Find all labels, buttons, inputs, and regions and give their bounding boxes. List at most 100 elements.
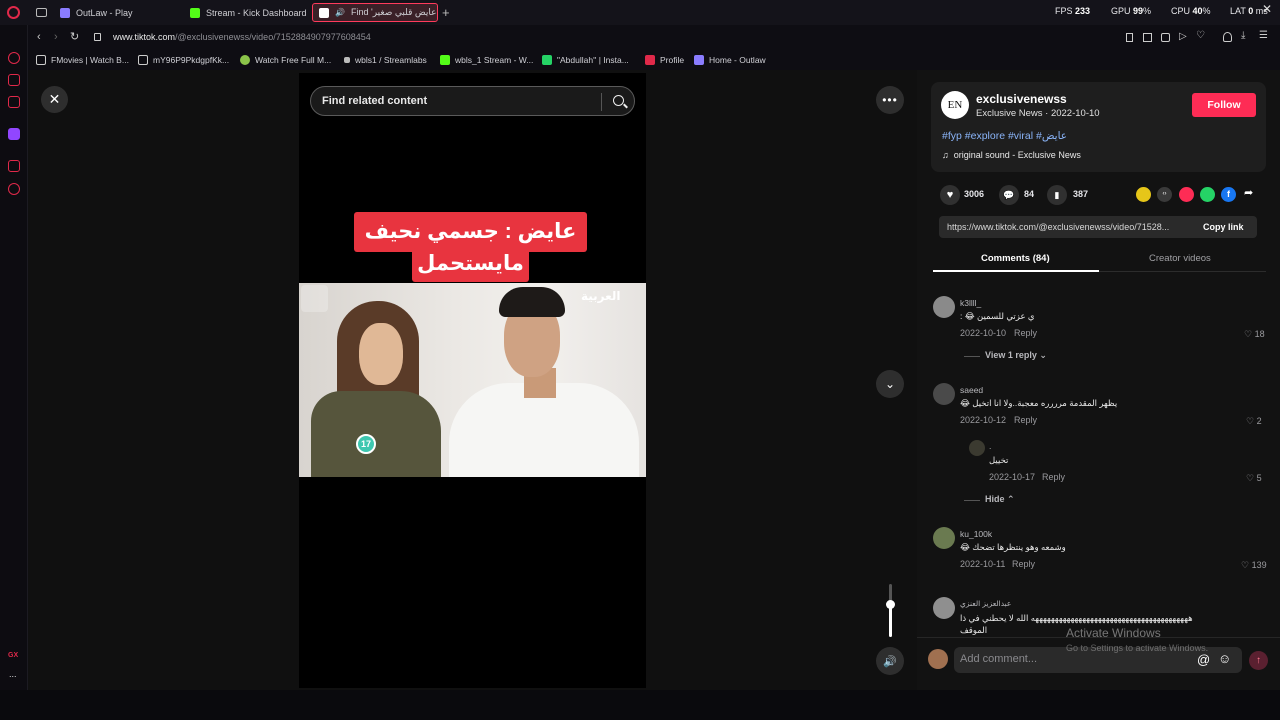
comment-button[interactable]: 💬: [999, 185, 1019, 205]
hud-gpu: GPU 99%: [1111, 6, 1151, 16]
follow-button[interactable]: Follow: [1192, 93, 1256, 117]
bookmark-instagram[interactable]: "Abdullah'' | Insta...: [542, 55, 629, 65]
comment-like[interactable]: ♡ 2: [1246, 416, 1262, 427]
gx-control-icon[interactable]: [8, 52, 20, 64]
taskbar: [0, 690, 1280, 720]
copy-link-button[interactable]: Copy link: [1203, 222, 1244, 232]
reply-username[interactable]: .: [989, 441, 991, 451]
reply-text: تخييل: [989, 455, 1009, 465]
gx-corner-icon[interactable]: [8, 74, 20, 86]
related-search-input[interactable]: Find related content: [310, 86, 635, 116]
reply-button[interactable]: Reply: [1012, 559, 1035, 569]
url-field[interactable]: www.tiktok.com/@exclusivenewss/video/715…: [113, 32, 371, 42]
share-arrow-icon[interactable]: ➦: [1244, 186, 1253, 199]
volume-button[interactable]: 🔊: [876, 647, 904, 675]
url-host: www.tiktok.com: [113, 32, 176, 42]
heart-icon[interactable]: ♡: [1196, 30, 1205, 41]
bookmark-profile[interactable]: Profile: [645, 55, 684, 65]
woman-jacket: [311, 391, 441, 477]
comment-like-count: 2: [1256, 416, 1262, 426]
comment-username[interactable]: saeed: [960, 385, 983, 395]
bookmark-streamlabs[interactable]: wbls1 / Streamlabs: [344, 55, 427, 65]
more-sidebar-icon[interactable]: ...: [9, 669, 17, 679]
chevron-up-icon: ⌃: [1007, 494, 1015, 504]
tab-outlaw[interactable]: OutLaw - Play: [54, 3, 182, 22]
bookmark-outlaw[interactable]: Home - Outlaw: [694, 55, 766, 65]
reply-button[interactable]: Reply: [1014, 328, 1037, 338]
whatsapp-icon[interactable]: [1200, 187, 1215, 202]
new-tab-button[interactable]: +: [442, 5, 450, 20]
player-icon[interactable]: ▷: [1179, 31, 1187, 42]
post-link[interactable]: https://www.tiktok.com/@exclusivenewss/v…: [947, 222, 1169, 232]
volume-knob[interactable]: [886, 600, 895, 609]
download-icon[interactable]: ⤓: [1241, 30, 1245, 41]
tab-comments[interactable]: Comments (84): [981, 253, 1050, 264]
share-coin-icon[interactable]: [1136, 187, 1151, 202]
reply-button[interactable]: Reply: [1042, 472, 1065, 482]
video-caption-overlay: عايض : جسمي نحيف مايستحمل: [354, 212, 588, 282]
tab-tiktok-active[interactable]: 🔊 Find 'عايض قلبي صغير: [312, 3, 438, 22]
messenger-icon[interactable]: [8, 96, 20, 108]
next-video-button[interactable]: ⌄: [876, 370, 904, 398]
more-options-button[interactable]: •••: [876, 86, 904, 114]
caption-line-1: عايض : جسمي نحيف: [354, 212, 587, 252]
comment-username[interactable]: ku_100k: [960, 529, 992, 539]
tab-creator-videos[interactable]: Creator videos: [1149, 253, 1211, 264]
reply-button[interactable]: Reply: [1014, 415, 1037, 425]
add-comment-placeholder: Add comment...: [960, 653, 1038, 665]
mention-icon[interactable]: @: [1197, 652, 1210, 667]
post-hashtags[interactable]: #fyp #explore #viral #عايض: [942, 130, 1067, 142]
bookmark-page-icon[interactable]: [1126, 33, 1133, 42]
menu-icon[interactable]: ☰: [1259, 30, 1268, 41]
comment-avatar[interactable]: [933, 527, 955, 549]
like-button[interactable]: ♥: [940, 185, 960, 205]
comment-like[interactable]: ♡ 139: [1241, 560, 1267, 571]
comment-username[interactable]: k3llll_: [960, 298, 981, 308]
comment-avatar[interactable]: [933, 296, 955, 318]
twitch-icon[interactable]: [8, 128, 20, 140]
comment-avatar[interactable]: [933, 383, 955, 405]
save-button[interactable]: ▮: [1047, 185, 1067, 205]
outlaw-favicon: [694, 55, 704, 65]
search-divider: [601, 93, 602, 111]
emoji-icon[interactable]: ☺: [1218, 651, 1231, 666]
comment-avatar[interactable]: [933, 597, 955, 619]
activate-windows-title: Activate Windows: [1066, 626, 1161, 640]
workspaces-icon[interactable]: [36, 8, 47, 17]
account-icon[interactable]: [1223, 32, 1232, 42]
reply-avatar[interactable]: [969, 440, 985, 456]
bookmark-fmovies[interactable]: FMovies | Watch B...: [36, 55, 129, 65]
close-window-icon[interactable]: ✕: [1262, 2, 1272, 16]
gx-label[interactable]: GX: [8, 652, 18, 659]
close-video-button[interactable]: ✕: [41, 86, 68, 113]
bookmark-kick-stream[interactable]: wbls_1 Stream - W...: [440, 55, 533, 65]
sound-row[interactable]: ♫ original sound - Exclusive News: [942, 150, 1081, 160]
creator-avatar[interactable]: EN: [941, 91, 969, 119]
view-replies-button[interactable]: View 1 reply ⌄: [985, 350, 1047, 361]
bookmark-my96[interactable]: mY96P9PkdgpfKk...: [138, 55, 229, 65]
forward-icon[interactable]: ›: [54, 31, 58, 43]
mute-toggle-icon[interactable]: [301, 285, 328, 312]
post-comment-button[interactable]: ↑: [1249, 651, 1268, 670]
send-icon[interactable]: [1179, 187, 1194, 202]
bookmark-label: Home - Outlaw: [709, 55, 766, 65]
reload-icon[interactable]: ↻: [70, 30, 79, 43]
back-icon[interactable]: ‹: [37, 31, 41, 43]
tab-kick[interactable]: Stream - Kick Dashboard: [184, 3, 308, 22]
pin-icon[interactable]: [8, 160, 20, 172]
view-replies-label: View 1 reply: [985, 350, 1037, 360]
facebook-icon[interactable]: f: [1221, 187, 1236, 202]
bookmark-watch-free[interactable]: Watch Free Full M...: [240, 55, 331, 65]
adblock-icon[interactable]: [1161, 33, 1170, 42]
creator-username[interactable]: exclusivenewss: [976, 92, 1067, 106]
embed-icon[interactable]: ‹›: [1157, 187, 1172, 202]
settings-gear-icon[interactable]: [8, 183, 20, 195]
my-avatar[interactable]: [928, 649, 948, 669]
opera-gx-logo[interactable]: [7, 6, 20, 19]
comment-username[interactable]: عبدالعزيز العنزي: [960, 599, 1011, 608]
comment-like[interactable]: ♡ 18: [1244, 329, 1265, 340]
hide-replies-button[interactable]: Hide ⌃: [985, 494, 1015, 505]
comment-like[interactable]: ♡ 5: [1246, 473, 1262, 484]
reply-date: 2022-10-17: [989, 472, 1036, 482]
snapshot-icon[interactable]: [1143, 33, 1152, 42]
